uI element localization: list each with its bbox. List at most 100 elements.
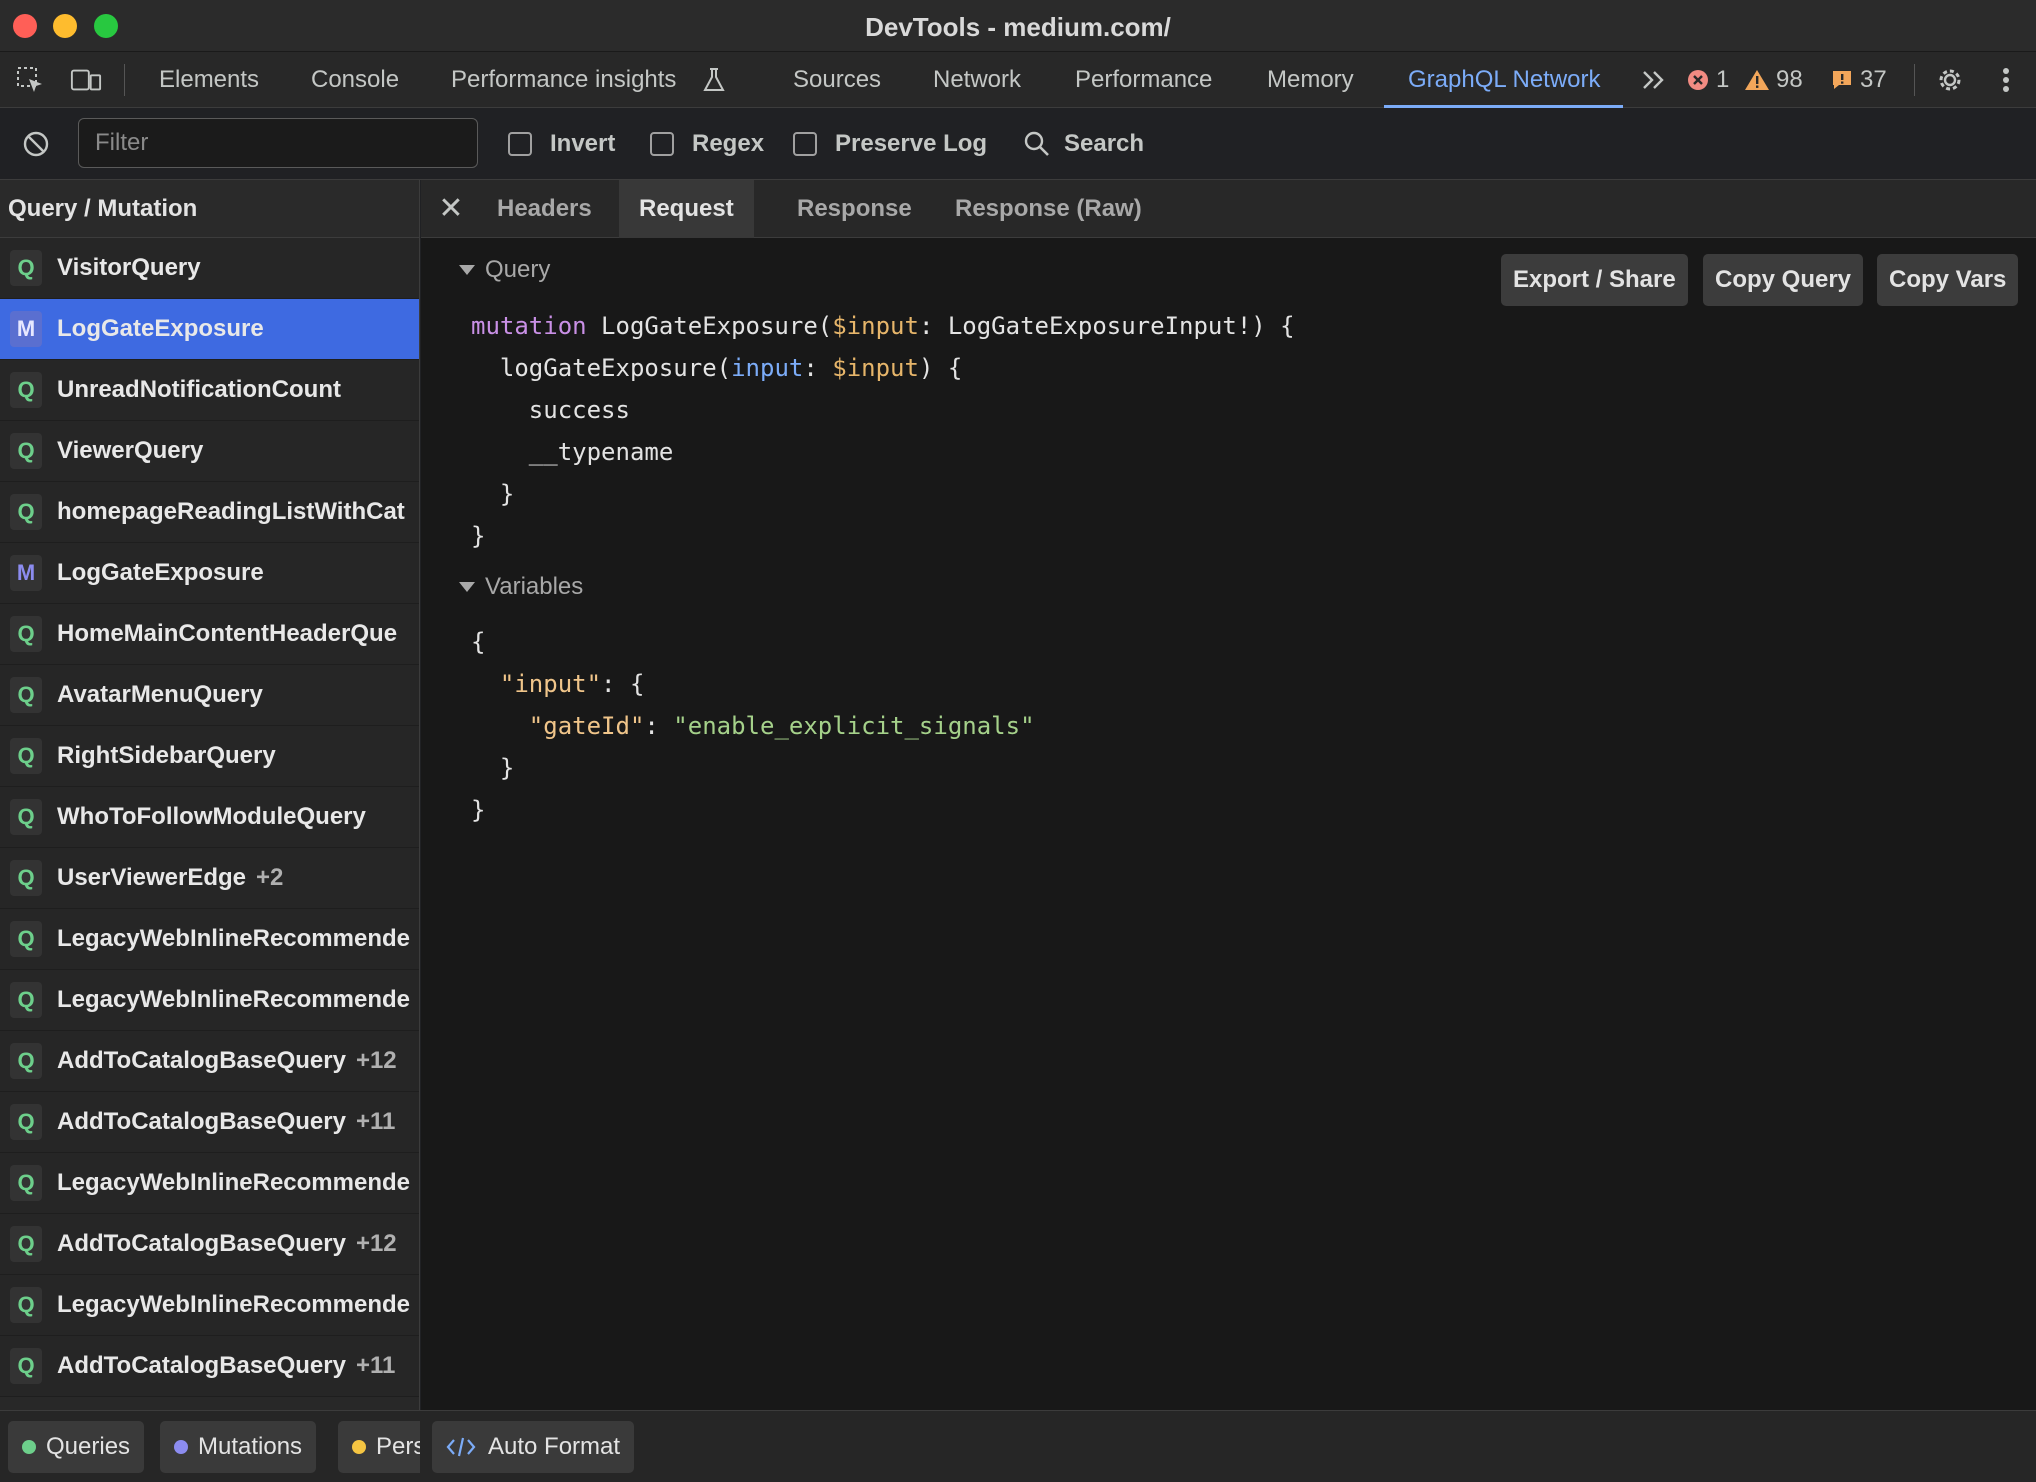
tab-performance[interactable]: Performance	[1075, 52, 1212, 108]
operation-list-item[interactable]: Q HomeMainContentHeaderQue	[0, 604, 419, 665]
operation-name: LegacyWebInlineRecommende	[57, 1169, 410, 1196]
tab-response-raw[interactable]: Response (Raw)	[935, 180, 1162, 238]
mutation-type-chip: M	[10, 555, 42, 591]
flask-icon	[698, 64, 730, 96]
tab-performance-insights[interactable]: Performance insights	[451, 52, 676, 108]
operation-name: RightSidebarQuery	[57, 742, 276, 769]
copy-query-button[interactable]: Copy Query	[1703, 254, 1864, 306]
preserve-log-checkbox-box[interactable]	[793, 132, 817, 156]
export-share-button[interactable]: Export / Share	[1501, 254, 1688, 306]
operations-sidebar: Query / Mutation Q VisitorQuery M LogGateEx…	[0, 180, 420, 1410]
code-line: mutation LogGateExposure($input: LogGate…	[471, 312, 1295, 340]
operation-list-item[interactable]: Q AddToCatalogBaseQuery +11	[0, 1092, 419, 1153]
operation-list-item[interactable]: Q RightSidebarQuery	[0, 726, 419, 787]
warning-icon	[1745, 70, 1769, 90]
auto-format-button[interactable]: Auto Format	[432, 1421, 635, 1473]
more-tabs-chevron-icon[interactable]	[1638, 64, 1670, 96]
operation-list-item[interactable]: Q LegacyWebInlineRecommende	[0, 970, 419, 1031]
operation-name: LegacyWebInlineRecommende	[57, 925, 410, 952]
operations-list: Q VisitorQuery M LogGateExposure Q UnreadNoti…	[0, 238, 419, 1397]
tab-memory[interactable]: Memory	[1267, 52, 1354, 108]
preserve-log-checkbox[interactable]: Preserve Log	[793, 129, 987, 159]
operation-name: AvatarMenuQuery	[57, 681, 263, 708]
inspect-element-icon[interactable]	[14, 64, 46, 96]
regex-checkbox-box[interactable]	[650, 132, 674, 156]
operation-list-item[interactable]: Q AddToCatalogBaseQuery +12	[0, 1031, 419, 1092]
warning-count-badge[interactable]: 98	[1744, 52, 1803, 108]
search-button[interactable]: Search	[1024, 129, 1144, 159]
operation-list-item[interactable]: M LogGateExposure	[0, 543, 419, 604]
operation-name: LegacyWebInlineRecommende	[57, 986, 410, 1013]
code-line: }	[471, 754, 515, 782]
invert-checkbox-box[interactable]	[508, 132, 532, 156]
query-type-chip: Q	[10, 494, 42, 530]
tab-graphql-network[interactable]: GraphQL Network	[1384, 52, 1622, 108]
operation-list-item[interactable]: Q LegacyWebInlineRecommende	[0, 1275, 419, 1336]
persisted-label: Pers	[376, 1433, 420, 1460]
operation-list-item[interactable]: Q LegacyWebInlineRecommende	[0, 909, 419, 970]
tab-headers[interactable]: Headers	[477, 180, 612, 238]
operation-name: UnreadNotificationCount	[57, 376, 341, 403]
query-section-label: Query	[485, 256, 551, 283]
invert-checkbox[interactable]: Invert	[508, 129, 615, 159]
mutations-filter-button[interactable]: Mutations	[160, 1421, 317, 1473]
queries-filter-button[interactable]: Queries	[8, 1421, 145, 1473]
tab-request[interactable]: Request	[619, 180, 754, 238]
mutations-label: Mutations	[198, 1433, 303, 1460]
clear-log-icon[interactable]	[20, 128, 52, 160]
regex-checkbox[interactable]: Regex	[650, 129, 764, 159]
operation-name: UserViewerEdge	[57, 864, 246, 891]
operation-name: VisitorQuery	[57, 254, 201, 281]
operation-name: ViewerQuery	[57, 437, 204, 464]
copy-vars-button[interactable]: Copy Vars	[1877, 254, 2019, 306]
operation-list-item[interactable]: Q AddToCatalogBaseQuery +12	[0, 1214, 419, 1275]
query-section-toggle[interactable]: Query	[459, 256, 550, 284]
issue-count-badge[interactable]: 37	[1830, 52, 1887, 108]
query-type-chip: Q	[10, 677, 42, 713]
mutations-dot-icon	[174, 1440, 188, 1454]
regex-label: Regex	[692, 130, 765, 157]
query-type-chip: Q	[10, 616, 42, 652]
queries-label: Queries	[46, 1433, 131, 1460]
tab-sources[interactable]: Sources	[793, 52, 881, 108]
error-count-badge[interactable]: 1	[1686, 52, 1729, 108]
operation-list-item[interactable]: M LogGateExposure	[0, 299, 419, 360]
tab-response[interactable]: Response	[777, 180, 932, 238]
operation-list-item[interactable]: Q ViewerQuery	[0, 421, 419, 482]
operation-name: LogGateExposure	[57, 559, 264, 586]
device-toolbar-icon[interactable]	[70, 64, 102, 96]
warning-count: 98	[1776, 66, 1803, 93]
operation-list-item[interactable]: Q VisitorQuery	[0, 238, 419, 299]
toolbar-divider	[1914, 64, 1915, 96]
operation-list-item[interactable]: Q AvatarMenuQuery	[0, 665, 419, 726]
code-line: __typename	[471, 438, 674, 466]
operation-count: +2	[256, 864, 284, 891]
operation-list-item[interactable]: Q AddToCatalogBaseQuery +11	[0, 1336, 419, 1397]
tab-elements[interactable]: Elements	[159, 52, 259, 108]
code-line: }	[471, 522, 486, 550]
settings-gear-icon[interactable]	[1934, 64, 1966, 96]
more-options-icon[interactable]	[1990, 64, 2022, 96]
close-detail-icon[interactable]: ✕	[435, 193, 467, 225]
error-icon	[1688, 70, 1708, 90]
query-type-chip: Q	[10, 921, 42, 957]
operation-list-item[interactable]: Q WhoToFollowModuleQuery	[0, 787, 419, 848]
variables-section-toggle[interactable]: Variables	[459, 573, 583, 601]
code-line: logGateExposure(input: $input) {	[471, 354, 963, 382]
tab-console[interactable]: Console	[311, 52, 399, 108]
operation-list-item[interactable]: Q UserViewerEdge +2	[0, 848, 419, 909]
operation-list-item[interactable]: Q LegacyWebInlineRecommende	[0, 1153, 419, 1214]
filter-input[interactable]	[78, 118, 478, 168]
operation-list-item[interactable]: Q UnreadNotificationCount	[0, 360, 419, 421]
operation-name: AddToCatalogBaseQuery	[57, 1108, 346, 1135]
query-type-chip: Q	[10, 982, 42, 1018]
operation-name: AddToCatalogBaseQuery	[57, 1230, 346, 1257]
legend-area: Queries Mutations Pers	[0, 1411, 420, 1482]
issue-count: 37	[1860, 66, 1887, 93]
operation-count: +12	[355, 1047, 397, 1074]
tab-network[interactable]: Network	[933, 52, 1021, 108]
persisted-filter-button[interactable]: Pers	[338, 1421, 420, 1473]
code-line: "gateId": "enable_explicit_signals"	[471, 712, 1035, 740]
operation-list-item[interactable]: QhomepageReadingListWithCat	[0, 482, 419, 543]
query-type-chip: Q	[10, 1348, 42, 1384]
